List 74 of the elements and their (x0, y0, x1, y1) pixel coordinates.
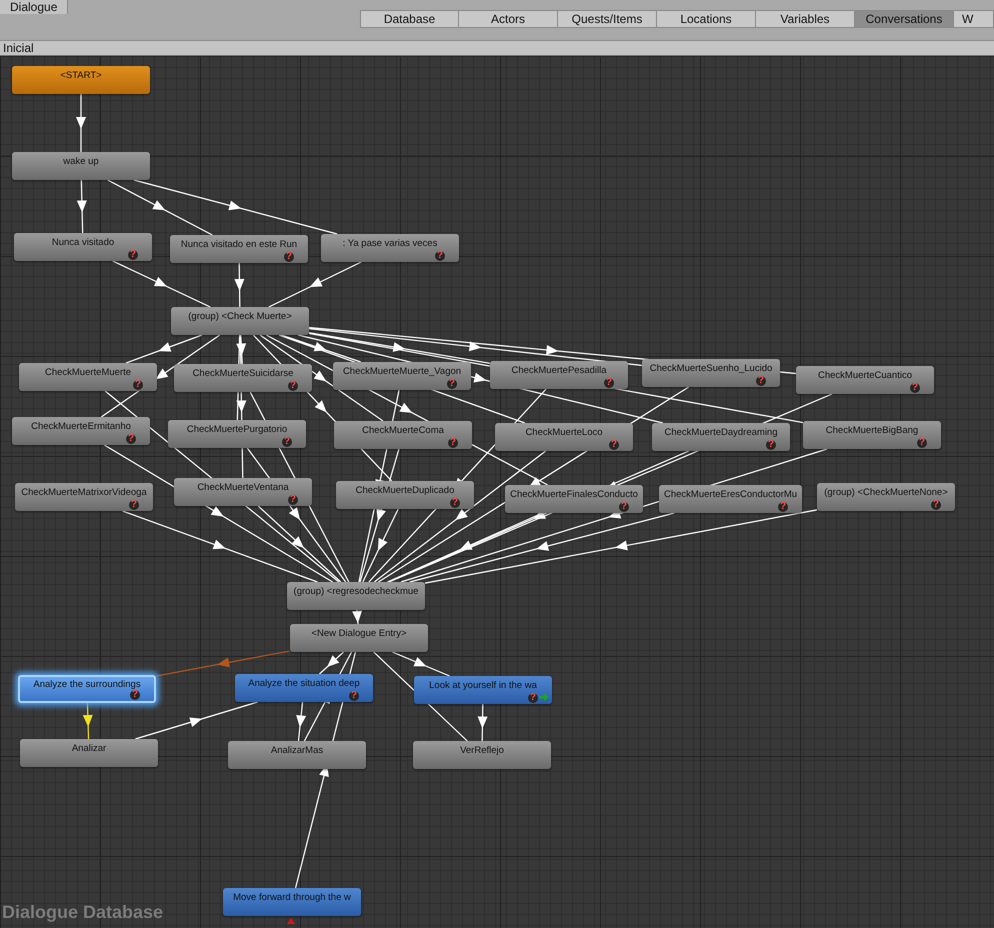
dialogue-node[interactable]: CheckMuerteLoco ? (495, 423, 633, 451)
condition-icon: ? (604, 378, 614, 388)
tab[interactable]: Database (360, 10, 459, 28)
condition-icon: ? (128, 500, 139, 510)
dialogue-node[interactable]: CheckMuerteFinalesConducto ? (505, 485, 643, 513)
condition-icon: ? (608, 440, 619, 450)
window-tab[interactable]: Dialogue (0, 0, 68, 14)
dialogue-node[interactable]: CheckMuerteMuerte_Vagon ? (333, 362, 471, 390)
condition-icon: ? (348, 691, 359, 701)
tab[interactable]: Locations (657, 10, 756, 28)
dialogue-node[interactable]: Nunca visitado ? (14, 233, 152, 261)
dialogue-node[interactable]: CheckMuerteEresConductorMu ? (659, 485, 802, 513)
condition-icon: ? (756, 376, 766, 386)
dialogue-node[interactable]: AnalizarMas (228, 741, 366, 769)
condition-icon: ? (434, 251, 445, 261)
dialogue-node[interactable]: CheckMuerteBigBang ? (803, 421, 941, 449)
canvas-label: Dialogue Database (2, 902, 164, 923)
dialogue-node[interactable]: wake up (12, 152, 150, 180)
dialogue-node[interactable]: CheckMuerteMuerte ? (19, 363, 157, 391)
condition-icon: ? (288, 495, 298, 505)
dialogue-node[interactable]: CheckMuerteSuenho_Lucido ? (642, 359, 780, 387)
connector (76, 180, 87, 234)
dialogue-node[interactable]: CheckMuertePesadilla ? (490, 361, 628, 389)
tab[interactable]: Actors (459, 10, 558, 28)
condition-icon: ? (450, 498, 460, 508)
condition-icon: ? (288, 381, 298, 391)
condition-icon: ? (126, 434, 136, 444)
dialogue-node[interactable]: Look at yourself in the wa ? (414, 676, 552, 704)
dialogue-node[interactable]: CheckMuertePurgatorio ? (168, 420, 306, 448)
tab[interactable]: Quests/Items (558, 10, 657, 28)
dialogue-node[interactable]: CheckMuerteComa ? (334, 421, 472, 449)
dialogue-node[interactable]: Move forward through the w (223, 888, 361, 916)
condition-icon: ? (132, 380, 143, 390)
condition-icon: ? (446, 379, 457, 389)
dialogue-node[interactable]: (group) <CheckMuerteNone> ? (817, 483, 955, 511)
dialogue-node[interactable]: VerReflejo (413, 741, 551, 769)
condition-icon: ? (130, 690, 140, 700)
dialogue-node[interactable]: (group) <regresodecheckmue (287, 582, 425, 610)
condition-icon: ? (282, 437, 292, 447)
dialogue-node[interactable]: CheckMuerteErmitanho ? (12, 417, 150, 445)
dialogue-node[interactable]: <New Dialogue Entry> (290, 624, 428, 652)
dialogue-node[interactable]: <START> (12, 66, 150, 94)
dialogue-node[interactable]: : Ya pase varias veces ? (321, 234, 459, 262)
dialogue-node[interactable]: CheckMuerteMatrixorVideoga ? (15, 483, 153, 511)
connector (478, 704, 488, 742)
condition-icon: ? (618, 502, 629, 512)
dialogue-node[interactable]: (group) <Check Muerte> (171, 307, 309, 335)
dialogue-node[interactable]: CheckMuerteSuicidarse ? (174, 364, 312, 392)
connector (76, 94, 86, 152)
condition-icon: ? (448, 438, 458, 448)
connector (82, 702, 93, 740)
condition-icon: ? (930, 500, 941, 510)
dialogue-node[interactable]: CheckMuerteDaydreaming ? (652, 423, 790, 451)
condition-icon: ? (910, 383, 920, 393)
arrowhead-icon (287, 918, 295, 924)
dialogue-node[interactable]: Nunca visitado en este Run ? (170, 235, 308, 263)
conversation-title-bar: Inicial (0, 41, 994, 56)
condition-icon: ? (778, 502, 788, 512)
dialogue-node[interactable]: Analyze the surroundings ? (18, 675, 156, 703)
condition-icon: ? (284, 252, 294, 262)
condition-icon: ? (916, 438, 927, 448)
dialogue-node[interactable]: CheckMuerteVentana ? (174, 478, 312, 506)
dialogue-node[interactable]: CheckMuerteDuplicado ? (336, 481, 474, 509)
tab[interactable]: W (954, 10, 994, 28)
dialogue-node[interactable]: CheckMuerteCuantico ? (796, 366, 934, 394)
dialogue-node[interactable]: Analyze the situation deep ? (235, 674, 373, 702)
tab[interactable]: Conversations (855, 10, 954, 28)
dialogue-node[interactable]: Analizar (20, 739, 158, 767)
condition-icon: ? (766, 440, 776, 450)
condition-icon: ? (528, 693, 538, 703)
connector (352, 610, 362, 624)
connector (234, 263, 244, 307)
tab[interactable]: Variables (756, 10, 855, 28)
condition-icon: ? (128, 250, 138, 260)
